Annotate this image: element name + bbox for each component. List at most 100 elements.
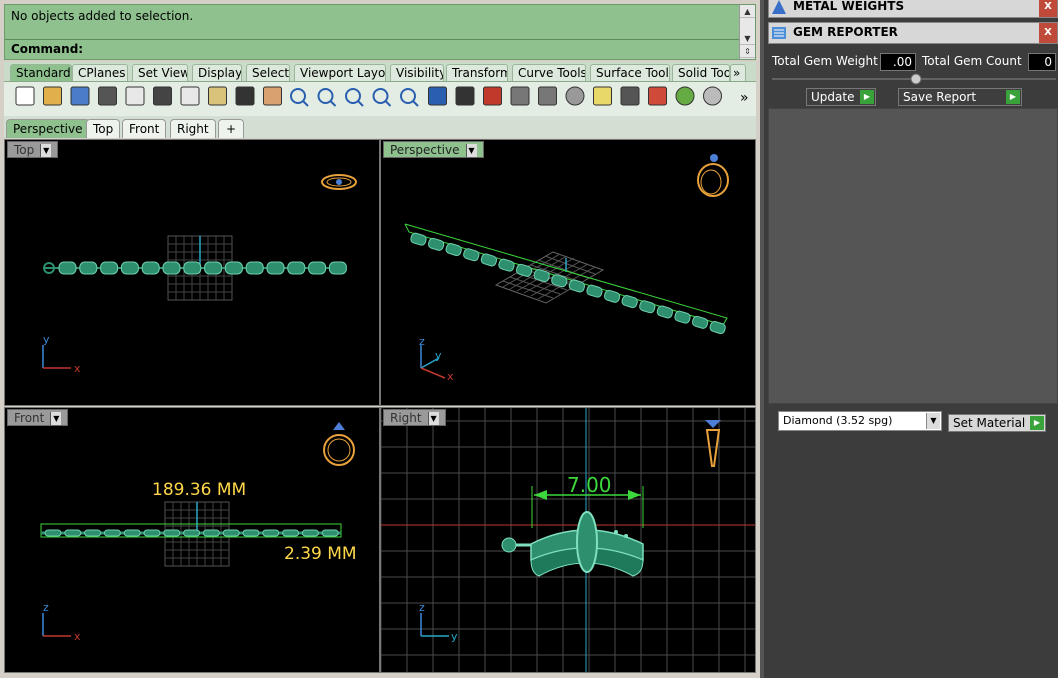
zoom-icon[interactable] xyxy=(317,88,337,107)
undo-icon[interactable] xyxy=(235,86,255,106)
save-report-label: Save Report xyxy=(903,90,977,104)
pan-hand-icon[interactable] xyxy=(263,86,282,106)
axis-label-z: z xyxy=(43,601,49,614)
lock-icon[interactable] xyxy=(620,86,640,106)
toolbar-tab-viewport-layout[interactable]: Viewport Layout xyxy=(294,64,386,81)
material-select[interactable]: Diamond (3.52 spg) ▼ xyxy=(778,411,942,431)
gem-reporter-title: GEM REPORTER xyxy=(793,25,898,39)
rotate-view-icon[interactable] xyxy=(290,88,309,107)
toolbar-tab-select[interactable]: Select xyxy=(246,64,290,81)
save-icon[interactable] xyxy=(70,86,90,106)
add-viewport-tab-button[interactable]: + xyxy=(218,119,244,138)
chain-model xyxy=(43,261,347,275)
height-dimension: 2.39 MM xyxy=(284,544,357,564)
new-file-icon[interactable] xyxy=(15,86,35,106)
scroll-down-icon[interactable]: ▼ xyxy=(740,32,755,45)
gem-reporter-icon xyxy=(771,25,787,41)
chevron-down-icon[interactable]: ▼ xyxy=(50,412,62,425)
report-splitter[interactable] xyxy=(772,72,1056,86)
color-wheel-icon[interactable] xyxy=(675,86,695,106)
command-scrollbar[interactable]: ▲ ▼ ⇕ xyxy=(739,5,755,59)
axis-label-x: x xyxy=(74,362,81,375)
axis-label-y: y xyxy=(435,349,442,362)
toolbar-tab-surface-tools[interactable]: Surface Tools xyxy=(590,64,670,81)
viewport-title-perspective[interactable]: Perspective ▼ xyxy=(383,141,484,158)
gem-reporter-header[interactable]: GEM REPORTER X xyxy=(768,22,1058,44)
command-area: No objects added to selection. Command: … xyxy=(4,4,756,60)
viewport-title-top-label: Top xyxy=(14,143,35,157)
undo-view-icon[interactable] xyxy=(428,86,447,106)
viewport-title-front[interactable]: Front ▼ xyxy=(7,409,69,426)
set-material-button[interactable]: Set Material ▶ xyxy=(948,414,1046,432)
chevron-down-icon[interactable]: ▼ xyxy=(427,412,439,425)
axis-label-x: x xyxy=(447,370,454,383)
scroll-up-icon[interactable]: ▲ xyxy=(740,5,755,18)
standard-toolbar: » xyxy=(4,82,756,116)
ring-preview-icon xyxy=(697,154,729,197)
toolbar-tabs: Standard CPlanes Set View Display Select… xyxy=(4,62,756,82)
viewport-title-top[interactable]: Top ▼ xyxy=(7,141,59,158)
material-select-value: Diamond (3.52 spg) xyxy=(783,414,893,427)
splitter-handle-icon xyxy=(910,73,922,85)
set-material-label: Set Material xyxy=(953,416,1026,430)
metal-weights-header[interactable]: METAL WEIGHTS X xyxy=(768,0,1058,18)
toolbar-tab-display[interactable]: Display xyxy=(192,64,242,81)
close-icon[interactable]: X xyxy=(1039,23,1057,43)
viewport-front[interactable]: 189.36 MM 2.39 MM z x Front ▼ xyxy=(4,407,380,673)
toolbar-overflow-button[interactable]: » xyxy=(730,64,746,81)
save-report-button[interactable]: Save Report ▶ xyxy=(898,88,1022,106)
copy-icon[interactable] xyxy=(180,86,200,106)
paste-icon[interactable] xyxy=(208,86,227,106)
dimension-icon[interactable] xyxy=(510,86,530,106)
tab-perspective[interactable]: Perspective xyxy=(6,119,90,138)
metal-weights-title: METAL WEIGHTS xyxy=(793,0,905,13)
print-icon[interactable] xyxy=(98,86,117,106)
toolbar-more-icon[interactable]: » xyxy=(740,90,749,106)
tab-front[interactable]: Front xyxy=(122,119,167,138)
cut-icon[interactable] xyxy=(153,86,172,106)
toolbar-tab-solid-tools[interactable]: Solid Too xyxy=(672,64,730,81)
front-view-canvas: 189.36 MM 2.39 MM z x xyxy=(40,422,357,643)
scroll-expand-icon[interactable]: ⇕ xyxy=(740,45,755,58)
toolbar-tab-curve-tools[interactable]: Curve Tools xyxy=(512,64,586,81)
report-output-area[interactable] xyxy=(768,108,1058,404)
axis-indicator: z y xyxy=(419,601,458,643)
open-folder-icon[interactable] xyxy=(43,86,62,106)
import-icon[interactable] xyxy=(125,86,145,106)
chevron-down-icon[interactable]: ▼ xyxy=(926,413,940,429)
bulb-icon[interactable] xyxy=(593,86,612,106)
zoom-window-icon[interactable] xyxy=(345,88,364,107)
four-viewports-icon[interactable] xyxy=(455,86,475,106)
toolbar-tab-transform[interactable]: Transform xyxy=(446,64,508,81)
tab-top[interactable]: Top xyxy=(86,119,121,138)
metal-weights-icon xyxy=(771,0,787,15)
viewport-right[interactable]: 7.00 z y Right ▼ xyxy=(380,407,756,673)
zoom-extents-icon[interactable] xyxy=(372,88,392,107)
total-gem-weight-value: .00 xyxy=(880,53,916,71)
length-dimension: 189.36 MM xyxy=(152,480,246,500)
toolbar-tab-cplanes[interactable]: CPlanes xyxy=(72,64,128,81)
viewport-title-front-label: Front xyxy=(14,411,45,425)
viewport-title-perspective-label: Perspective xyxy=(390,143,460,157)
zoom-selected-icon[interactable] xyxy=(400,88,419,107)
command-prompt[interactable]: Command: xyxy=(5,39,741,59)
toolbar-tab-visibility[interactable]: Visibility xyxy=(390,64,444,81)
chevron-down-icon[interactable]: ▼ xyxy=(465,144,477,157)
toolbar-tab-standard[interactable]: Standard xyxy=(10,64,72,81)
snap-icon[interactable] xyxy=(538,86,557,106)
material-icon[interactable] xyxy=(648,86,667,106)
light-icon[interactable] xyxy=(565,86,585,106)
update-button[interactable]: Update ▶ xyxy=(806,88,876,106)
sphere-icon[interactable] xyxy=(703,86,722,106)
viewport-title-right[interactable]: Right ▼ xyxy=(383,409,446,426)
car-icon[interactable] xyxy=(483,86,502,106)
viewport-perspective[interactable]: z y x Perspective ▼ xyxy=(380,139,756,406)
top-view-canvas: y x xyxy=(42,174,357,375)
ring-preview-icon xyxy=(323,422,355,466)
tab-right[interactable]: Right xyxy=(170,119,216,138)
update-label: Update xyxy=(811,90,855,104)
viewport-top[interactable]: y x Top ▼ xyxy=(4,139,380,406)
toolbar-tab-set-view[interactable]: Set View xyxy=(132,64,188,81)
close-icon[interactable]: X xyxy=(1039,0,1057,17)
chevron-down-icon[interactable]: ▼ xyxy=(40,144,52,157)
